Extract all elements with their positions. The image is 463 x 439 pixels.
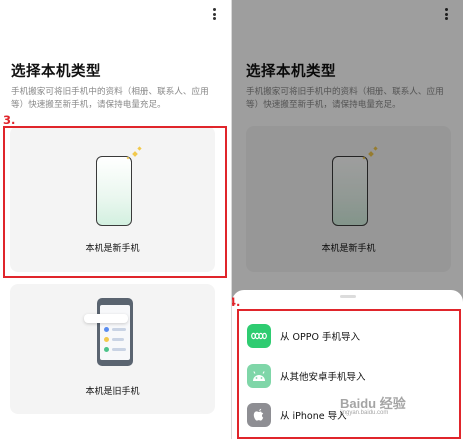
android-icon bbox=[247, 364, 271, 388]
import-from-iphone-label: 从 iPhone 导入 bbox=[280, 411, 347, 422]
old-phone-label: 本机是旧手机 bbox=[85, 387, 140, 397]
right-screen: 选择本机类型 手机搬家可将旧手机中的资料（相册、联系人、应用等）快速搬至新手机，… bbox=[232, 0, 463, 439]
oppo-logo-icon bbox=[247, 324, 271, 348]
new-phone-card[interactable]: 本机是新手机 bbox=[10, 126, 215, 272]
apple-icon bbox=[247, 403, 271, 427]
left-screen: 选择本机类型 手机搬家可将旧手机中的资料（相册、联系人、应用等）快速搬至新手机，… bbox=[0, 0, 231, 439]
annotation-number-4: 4. bbox=[232, 295, 241, 309]
new-phone-illustration-icon bbox=[96, 156, 132, 226]
chat-bubble-icon bbox=[84, 314, 128, 323]
sparkle-icon bbox=[137, 146, 142, 151]
old-phone-illustration-icon bbox=[97, 298, 133, 366]
more-options-icon[interactable] bbox=[213, 8, 217, 20]
baidu-watermark: Baidu 经验 jingyan.baidu.com bbox=[340, 396, 406, 416]
new-phone-label: 本机是新手机 bbox=[85, 244, 140, 254]
sheet-handle[interactable] bbox=[340, 295, 356, 298]
page-description: 手机搬家可将旧手机中的资料（相册、联系人、应用等）快速搬至新手机，请保持电量充足… bbox=[11, 87, 209, 110]
import-source-sheet: 从 OPPO 手机导入 从其他安卓手机导入 从 iPhone 导入 bbox=[232, 290, 463, 439]
import-from-oppo-label: 从 OPPO 手机导入 bbox=[280, 332, 360, 343]
import-from-android-label: 从其他安卓手机导入 bbox=[280, 372, 366, 383]
import-from-oppo-option[interactable]: 从 OPPO 手机导入 bbox=[242, 323, 452, 349]
page-title: 选择本机类型 bbox=[11, 64, 101, 80]
old-phone-card[interactable]: 本机是旧手机 bbox=[10, 284, 215, 414]
annotation-number-3: 3. bbox=[3, 113, 16, 127]
import-from-android-option[interactable]: 从其他安卓手机导入 bbox=[242, 363, 452, 389]
sparkle-icon bbox=[132, 151, 138, 157]
